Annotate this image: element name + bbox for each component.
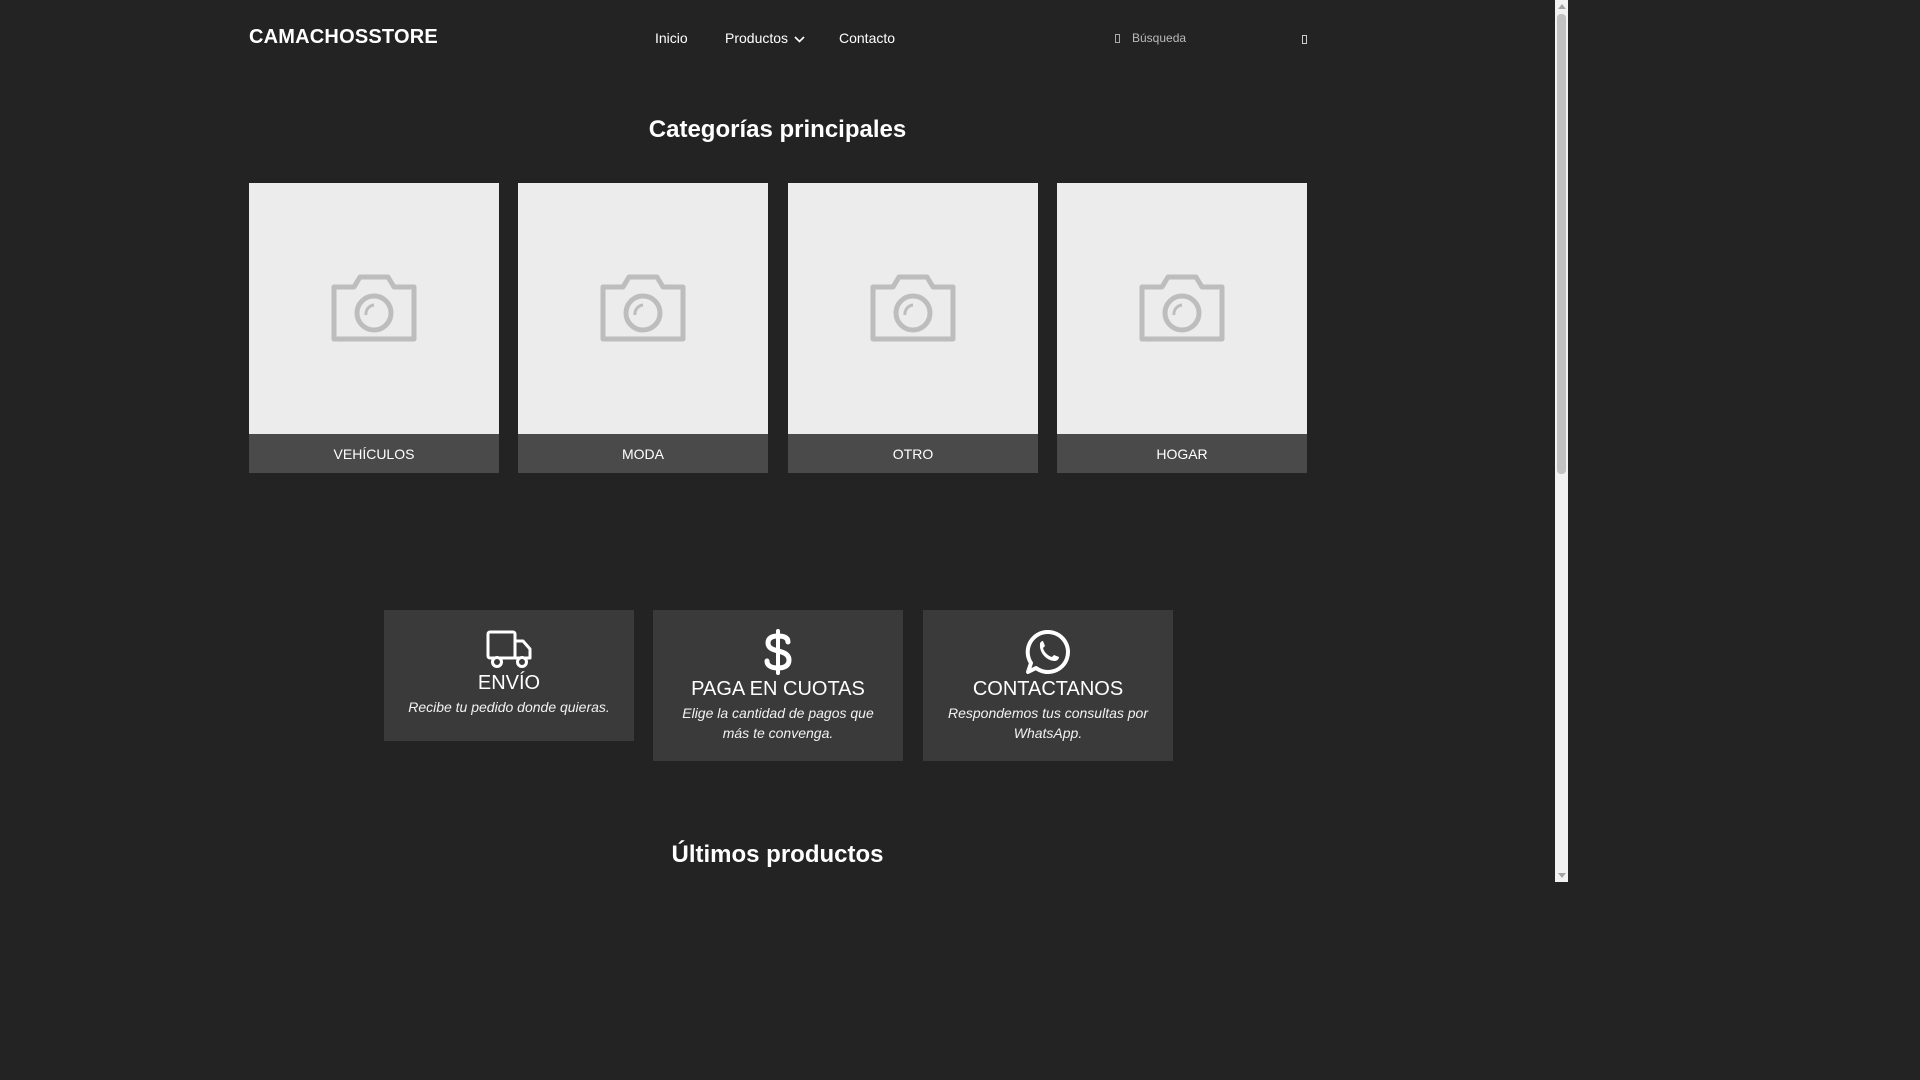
feature-title: CONTACTANOS (972, 678, 1124, 700)
feature-text: Respondemos tus consultas por WhatsApp. (948, 705, 1148, 741)
categories-title: Categorías principales (648, 116, 907, 143)
search-submit-button[interactable] (1302, 35, 1307, 44)
category-card-vehiculos[interactable]: VEHÍCULOS (249, 183, 499, 473)
dollar-icon (764, 629, 792, 675)
nav-contacto[interactable]: Contacto (839, 30, 895, 46)
chevron-down-icon (794, 36, 805, 43)
feature-card-contactanos: CONTACTANOS Respondemos tus consultas po… (923, 610, 1173, 761)
camera-placeholder-icon (600, 274, 686, 342)
site-header: CAMACHOSSTORE Inicio Productos Contacto (0, 0, 1555, 76)
feature-text: Recibe tu pedido donde quieras. (408, 699, 610, 715)
whatsapp-icon (1025, 629, 1070, 674)
category-card-otro[interactable]: OTRO (788, 183, 1038, 473)
feature-title: ENVÍO (477, 672, 541, 694)
search-box (1108, 26, 1308, 52)
feature-card-cuotas: PAGA EN CUOTAS Elige la cantidad de pago… (653, 610, 903, 761)
nav-productos[interactable]: Productos (725, 30, 805, 46)
scroll-up-arrow-icon[interactable] (1558, 4, 1566, 9)
category-label: MODA (518, 434, 768, 473)
nav-inicio[interactable]: Inicio (655, 30, 688, 46)
category-card-moda[interactable]: MODA (518, 183, 768, 473)
camera-placeholder-icon (870, 274, 956, 342)
vertical-scrollbar[interactable] (1555, 0, 1568, 882)
scroll-down-arrow-icon[interactable] (1558, 873, 1566, 878)
category-label: VEHÍCULOS (249, 434, 499, 473)
latest-products-title: Últimos productos (671, 841, 884, 868)
category-label: OTRO (788, 434, 1038, 473)
category-card-hogar[interactable]: HOGAR (1057, 183, 1307, 473)
feature-text: Elige la cantidad de pagos que más te co… (682, 705, 874, 741)
search-input[interactable] (1132, 29, 1292, 47)
category-label: HOGAR (1057, 434, 1307, 473)
camera-placeholder-icon (331, 274, 417, 342)
scrollbar-thumb[interactable] (1557, 14, 1566, 474)
camera-placeholder-icon (1139, 274, 1225, 342)
store-logo[interactable]: CAMACHOSSTORE (249, 26, 438, 49)
feature-card-envio: ENVÍO Recibe tu pedido donde quieras. (384, 610, 634, 741)
nav-productos-label: Productos (725, 30, 789, 46)
search-icon (1115, 34, 1120, 43)
truck-icon (486, 630, 532, 668)
feature-title: PAGA EN CUOTAS (691, 678, 865, 700)
